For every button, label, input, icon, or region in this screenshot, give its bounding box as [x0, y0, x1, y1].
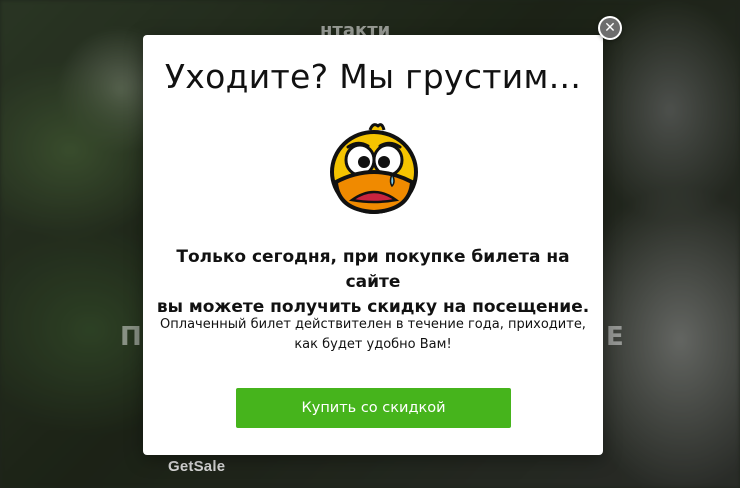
popup-heading: Уходите? Мы грустим... [164, 57, 582, 96]
note-line-1: Оплаченный билет действителен в течение … [160, 317, 586, 332]
ticket-note: Оплаченный билет действителен в течение … [153, 315, 593, 355]
note-line-2: как будет удобно Вам! [294, 337, 452, 352]
sad-duck-icon [330, 123, 418, 214]
offer-text: Только сегодня, при покупке билета на са… [153, 245, 593, 320]
buy-with-discount-button[interactable]: Купить со скидкой [236, 388, 511, 428]
offer-line-1: Только сегодня, при покупке билета на са… [176, 247, 570, 292]
close-icon: ✕ [600, 18, 620, 38]
close-popup-button[interactable]: ✕ [598, 16, 622, 40]
background-subtitle-left: П [120, 322, 142, 352]
background-subtitle-right: Е [606, 322, 624, 352]
getsale-brand[interactable]: GetSale [168, 458, 225, 475]
exit-intent-popup: Уходите? Мы грустим... Только сегодня, п… [143, 35, 603, 455]
